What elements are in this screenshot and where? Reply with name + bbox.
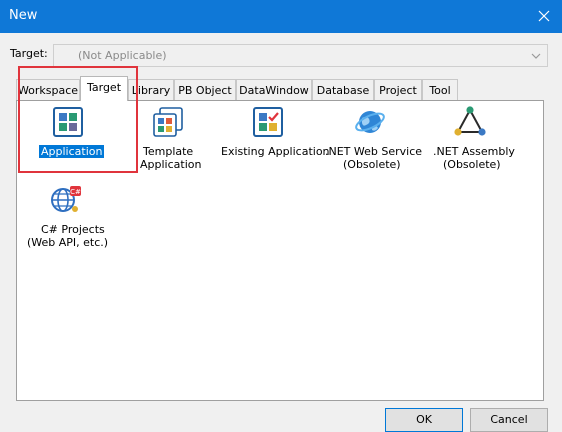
target-combo-value: (Not Applicable)	[78, 49, 167, 62]
item-label-line-2: (Obsolete)	[343, 158, 401, 171]
item-existing-application[interactable]: Existing Application	[217, 105, 330, 161]
item-label-line-1: .NET Assembly	[433, 145, 515, 158]
target-label: Target:	[10, 47, 48, 60]
item-label: Existing Application	[221, 145, 330, 158]
template-application-icon	[151, 105, 185, 139]
item-label-line-1: .NET Web Service	[325, 145, 423, 158]
ok-button[interactable]: OK	[385, 408, 463, 432]
chevron-down-icon[interactable]	[530, 50, 542, 62]
existing-application-icon	[251, 105, 285, 139]
item-label-line-1: Template	[143, 145, 194, 158]
tab-datawindow[interactable]: DataWindow	[236, 79, 312, 100]
tab-target[interactable]: Target	[80, 76, 128, 101]
tab-label: Project	[379, 84, 417, 97]
item-net-web-service[interactable]: .NET Web Service (Obsolete)	[323, 105, 423, 171]
svg-text:C#: C#	[70, 188, 81, 196]
tab-label: DataWindow	[239, 84, 309, 97]
tab-library[interactable]: Library	[128, 79, 174, 100]
item-csharp-projects[interactable]: C# C# Projects (Web API, etc.)	[27, 183, 109, 249]
item-label: Application	[39, 145, 105, 158]
tab-label: Library	[131, 84, 171, 97]
tab-workspace[interactable]: Workspace	[16, 79, 80, 100]
tab-label: Target	[86, 81, 122, 94]
item-net-assembly[interactable]: .NET Assembly (Obsolete)	[429, 105, 515, 171]
item-application[interactable]: Application	[35, 105, 105, 161]
csharp-projects-icon: C#	[49, 183, 83, 217]
tab-project[interactable]: Project	[374, 79, 422, 100]
tab-tool[interactable]: Tool	[422, 79, 458, 100]
tab-label: Workspace	[17, 84, 79, 97]
application-icon	[51, 105, 85, 139]
target-items-panel: Application Template Application Existin…	[16, 100, 544, 401]
title-bar: New	[0, 0, 562, 33]
tab-label: PB Object	[178, 84, 232, 97]
item-label-line-2: Application	[140, 158, 202, 171]
item-label-line-2: (Obsolete)	[443, 158, 501, 171]
net-assembly-icon	[453, 105, 487, 139]
net-web-service-icon	[353, 105, 387, 139]
tab-pb-object[interactable]: PB Object	[174, 79, 236, 100]
tab-label: Database	[316, 84, 370, 97]
window-title: New	[9, 8, 38, 23]
tab-label: Tool	[429, 84, 451, 97]
item-label-line-1: C# Projects	[41, 223, 105, 236]
item-label-line-2: (Web API, etc.)	[27, 236, 109, 249]
target-combo[interactable]: (Not Applicable)	[53, 44, 548, 67]
close-icon[interactable]	[532, 4, 556, 28]
tab-database[interactable]: Database	[312, 79, 374, 100]
cancel-button[interactable]: Cancel	[470, 408, 548, 432]
item-template-application[interactable]: Template Application	[133, 105, 205, 171]
